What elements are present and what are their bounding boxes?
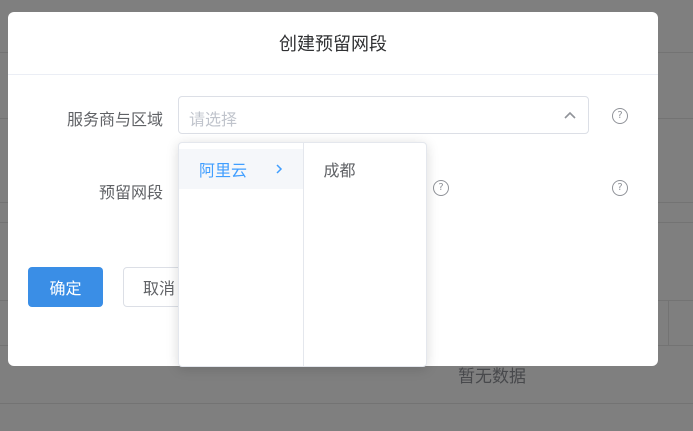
select-placeholder: 请选择: [189, 110, 238, 129]
dialog-header: 创建预留网段: [8, 12, 658, 75]
cascader-menu-provider: 阿里云: [179, 143, 303, 366]
reserved-segment-label: 预留网段: [98, 183, 163, 202]
provider-region-select[interactable]: 请选择: [178, 96, 589, 134]
chevron-up-icon: [564, 111, 576, 119]
cascader-node-chengdu[interactable]: 成都: [304, 149, 427, 189]
question-circle-icon[interactable]: ?: [612, 108, 628, 124]
cascader-menu-region: 成都: [302, 143, 427, 366]
question-circle-icon[interactable]: ?: [433, 180, 449, 196]
question-circle-icon[interactable]: ?: [612, 180, 628, 196]
cascader-node-label: 阿里云: [199, 161, 248, 180]
cascader-dropdown: 阿里云 成都: [178, 142, 427, 367]
cascader-node-label: 成都: [323, 161, 356, 180]
confirm-button[interactable]: 确定: [28, 267, 103, 307]
provider-region-label: 服务商与区域: [66, 110, 163, 129]
chevron-right-icon: [275, 164, 282, 174]
dialog-title: 创建预留网段: [279, 34, 387, 55]
cascader-node-aliyun[interactable]: 阿里云: [179, 149, 303, 189]
